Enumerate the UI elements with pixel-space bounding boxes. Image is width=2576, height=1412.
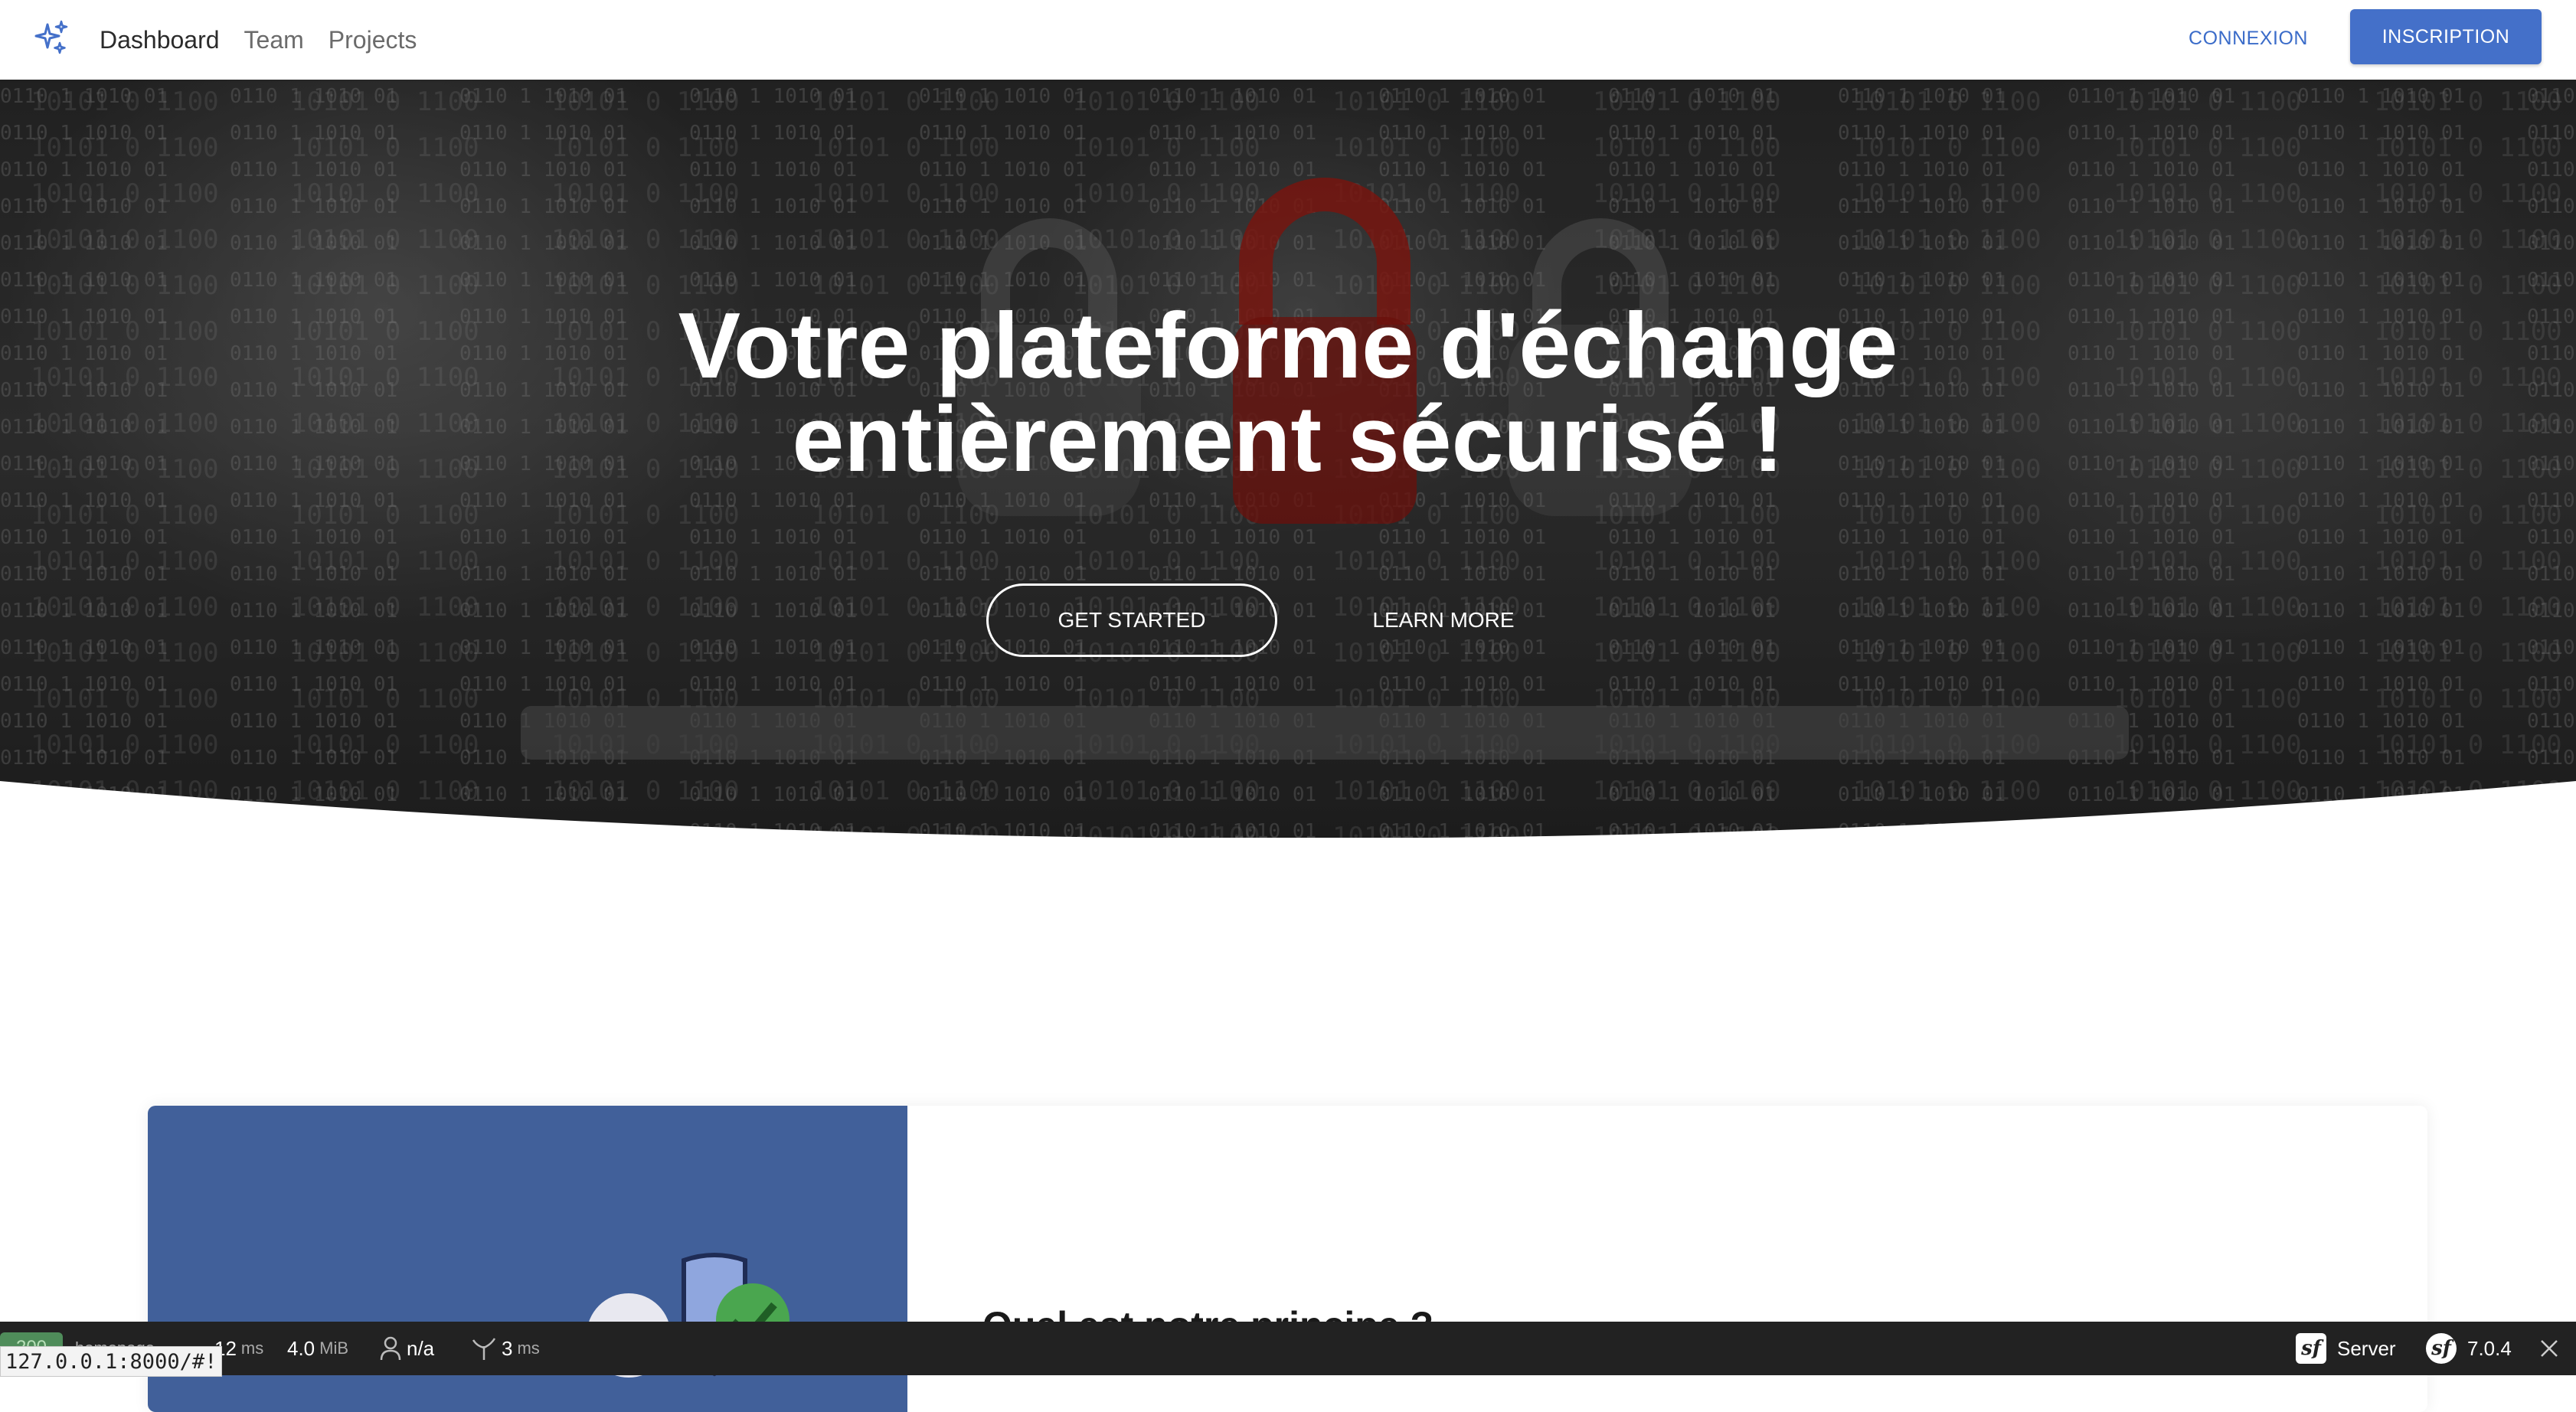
nav-link-team[interactable]: Team bbox=[244, 26, 304, 54]
symfony-server-icon: sf bbox=[2296, 1333, 2326, 1364]
memory-unit: MiB bbox=[319, 1338, 349, 1358]
user-icon bbox=[380, 1336, 401, 1361]
time-unit: ms bbox=[240, 1338, 264, 1358]
server-label: Server bbox=[2337, 1336, 2396, 1360]
nav-link-dashboard[interactable]: Dashboard bbox=[100, 26, 220, 54]
twig-panel[interactable]: 3 ms bbox=[471, 1322, 540, 1375]
close-icon bbox=[2541, 1340, 2558, 1357]
user-value: n/a bbox=[407, 1336, 435, 1360]
hero-title: Votre plateforme d'échange entièrement s… bbox=[0, 299, 2576, 485]
nav-link-projects[interactable]: Projects bbox=[329, 26, 417, 54]
close-toolbar-button[interactable] bbox=[2539, 1322, 2559, 1375]
sparkles-logo-icon[interactable] bbox=[31, 18, 70, 58]
memory-panel[interactable]: 4.0 MiB bbox=[287, 1322, 348, 1375]
hero-title-line-2: entièrement sécurisé ! bbox=[792, 387, 1784, 491]
hero-bottom-curve bbox=[0, 781, 2576, 858]
get-started-button[interactable]: GET STARTED bbox=[986, 583, 1277, 657]
login-button[interactable]: CONNEXION bbox=[2159, 17, 2337, 60]
top-navbar: Dashboard Team Projects CONNEXION INSCRI… bbox=[0, 0, 2576, 80]
hero-section: 0110 1 1010 01 10101 0 1100 Votre platef… bbox=[0, 80, 2576, 838]
symfony-logo-icon: sf bbox=[2426, 1333, 2457, 1364]
main-nav: Dashboard Team Projects bbox=[100, 0, 417, 80]
symfony-version: 7.0.4 bbox=[2467, 1336, 2512, 1360]
status-bar-url: 127.0.0.1:8000/#! bbox=[0, 1346, 223, 1377]
hero-title-line-1: Votre plateforme d'échange bbox=[678, 293, 1898, 397]
user-panel[interactable]: n/a bbox=[379, 1322, 434, 1375]
learn-more-button[interactable]: LEARN MORE bbox=[1348, 583, 1539, 657]
debug-toolbar: 200 homepage 12 ms 4.0 MiB n/a 3 ms sf S… bbox=[0, 1322, 2576, 1375]
server-panel[interactable]: sf Server bbox=[2296, 1322, 2396, 1375]
signup-button[interactable]: INSCRIPTION bbox=[2350, 9, 2542, 64]
symfony-version-panel[interactable]: sf 7.0.4 bbox=[2426, 1322, 2512, 1375]
memory-value: 4.0 bbox=[287, 1336, 315, 1360]
twig-unit: ms bbox=[517, 1338, 540, 1358]
twig-value: 3 bbox=[502, 1336, 513, 1360]
twig-icon bbox=[472, 1338, 496, 1360]
